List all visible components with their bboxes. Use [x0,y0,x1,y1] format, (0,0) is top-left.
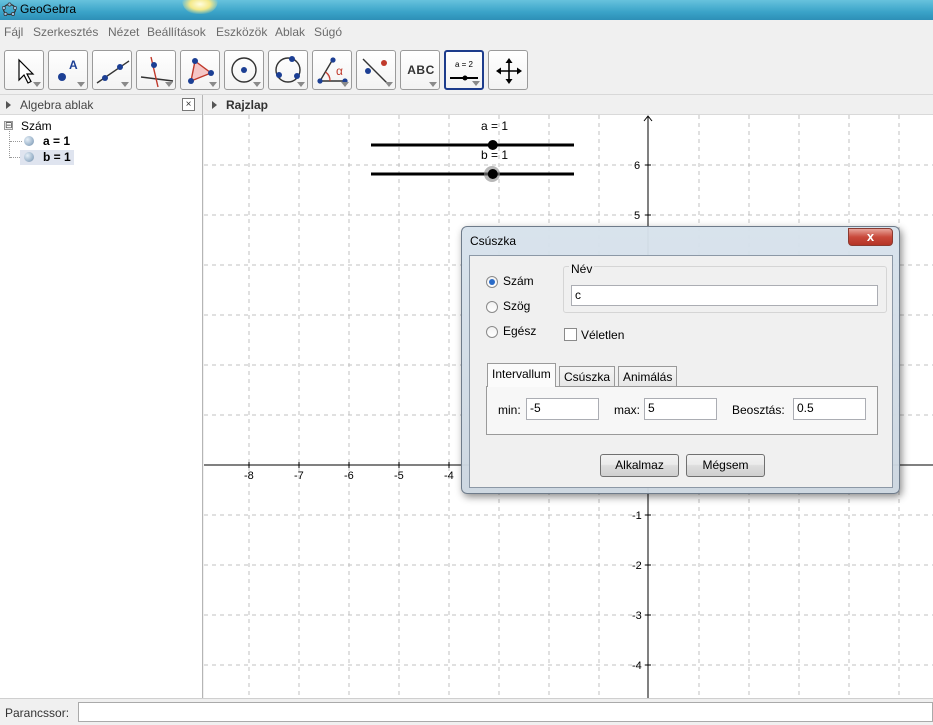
algebra-view-title: Algebra ablak [20,98,94,112]
type-integer-radio[interactable] [486,326,498,338]
menu-options[interactable]: Beállítások [147,25,206,39]
max-label: max: [614,403,641,417]
x-tick-label: -5 [394,470,404,482]
tool-angle[interactable]: α [312,50,352,90]
slider-a-label: a = 1 [481,119,509,133]
tool-circle[interactable] [224,50,264,90]
dialog-title: Csúszka [470,234,517,248]
tool-line[interactable] [92,50,132,90]
tool-menu-arrow-icon [121,82,129,87]
group-label-number: Szám [21,119,52,133]
type-number-radio[interactable] [486,276,498,288]
tab-interval[interactable]: Intervallum [487,363,556,387]
tree-branch-line [9,131,10,158]
random-checkbox[interactable] [564,328,577,341]
tool-menu-arrow-icon [297,82,305,87]
step-label: Beosztás: [732,403,785,417]
algebra-object-a[interactable]: a = 1 [43,134,70,148]
slider-b-knob[interactable] [487,169,498,179]
menu-bar: Fájl Szerkesztés Nézet Beállítások Eszkö… [0,20,933,45]
random-label[interactable]: Véletlen [581,328,624,342]
x-tick-label: -7 [294,470,304,482]
graphics-view-title: Rajzlap [226,98,269,112]
point-label-a: A [69,58,78,72]
collapse-arrow-icon[interactable] [6,101,11,109]
type-angle-radio[interactable] [486,301,498,313]
tool-slider[interactable]: a = 2 [444,50,484,90]
apply-button[interactable]: Alkalmaz [600,454,679,477]
tool-menu-arrow-icon [209,82,217,87]
tool-menu-arrow-icon [385,82,393,87]
insert-text-icon: ABC [407,63,435,77]
step-field[interactable]: 0.5 [793,398,866,420]
command-bar: Parancssor: [0,698,933,725]
menu-window[interactable]: Ablak [275,25,305,39]
collapse-arrow-icon[interactable] [212,101,217,109]
tool-menu-arrow-icon [253,82,261,87]
tool-polygon[interactable] [180,50,220,90]
dialog-close-button[interactable]: x [848,228,893,246]
tool-menu-arrow-icon [77,82,85,87]
y-tick-label: -4 [632,660,642,672]
min-label: min: [498,403,521,417]
name-field[interactable]: c [571,285,878,306]
tool-reflect[interactable] [356,50,396,90]
type-number-label[interactable]: Szám [503,274,534,288]
max-field[interactable]: 5 [644,398,717,420]
slider-b-label: b = 1 [481,148,509,162]
tool-menu-arrow-icon [165,82,173,87]
graphics-view-header: Rajzlap [204,95,933,115]
x-tick-label: -6 [344,470,354,482]
y-tick-label: 5 [634,210,640,222]
window-title: GeoGebra [20,2,77,16]
y-tick-label: -2 [632,560,642,572]
tab-slider[interactable]: Csúszka [559,366,616,387]
command-input-label: Parancssor: [5,706,70,720]
title-bar-glow [182,0,218,14]
algebra-view-header: Algebra ablak × [0,95,202,115]
x-tick-label: -4 [444,470,454,482]
toolbar: A α ABC a = 2 [0,45,933,95]
tree-branch-line [10,141,22,142]
tool-move-graphics[interactable] [488,50,528,90]
slider-dialog: Csúszka x Szám Szög Egész Név c Véletlen… [461,226,900,494]
tab-animation[interactable]: Animálás [618,366,678,387]
y-tick-label: -1 [632,510,642,522]
min-field[interactable]: -5 [526,398,599,420]
cancel-button[interactable]: Mégsem [686,454,765,477]
close-view-button[interactable]: × [182,98,195,111]
dialog-body: Szám Szög Egész Név c Véletlen Intervall… [469,255,893,488]
move-graphics-view-icon [496,58,522,84]
type-angle-label[interactable]: Szög [503,299,530,313]
algebra-object-b[interactable]: b = 1 [43,150,71,164]
menu-file[interactable]: Fájl [4,25,23,39]
tool-insert-text[interactable]: ABC [400,50,440,90]
tool-circle-three-points[interactable] [268,50,308,90]
tool-menu-arrow-icon [33,82,41,87]
tool-menu-arrow-icon [341,82,349,87]
tree-collapse-icon[interactable]: ⊟ [4,121,13,130]
visibility-toggle-icon[interactable] [24,136,34,146]
tool-menu-arrow-icon [429,82,437,87]
geogebra-logo-icon [2,2,17,16]
y-tick-label: 6 [634,160,640,172]
menu-tools[interactable]: Eszközök [216,25,267,39]
type-integer-label[interactable]: Egész [503,324,536,338]
angle-alpha-label: α [336,64,343,78]
algebra-view: Algebra ablak × ⊟ Szám a = 1 b = 1 [0,95,203,698]
tool-menu-arrow-icon [472,81,480,86]
menu-edit[interactable]: Szerkesztés [33,25,98,39]
menu-help[interactable]: Súgó [314,25,342,39]
name-group-label: Név [569,262,595,276]
command-input[interactable] [78,702,933,722]
x-tick-label: -8 [244,470,254,482]
tool-new-point[interactable]: A [48,50,88,90]
tool-move[interactable] [4,50,44,90]
tool-perpendicular[interactable] [136,50,176,90]
window-title-bar: GeoGebra [0,0,933,20]
menu-view[interactable]: Nézet [108,25,139,39]
visibility-toggle-icon[interactable] [24,152,34,162]
y-tick-label: -3 [632,610,642,622]
